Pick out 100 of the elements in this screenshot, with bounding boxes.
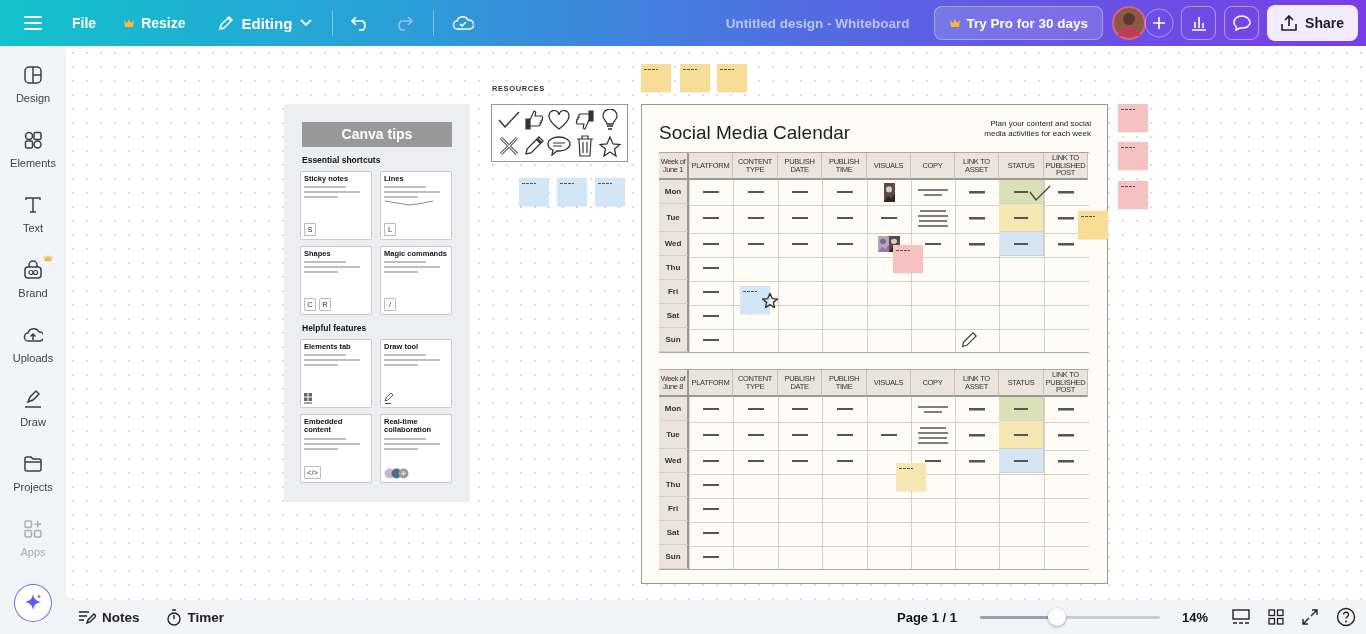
grid-icon xyxy=(304,393,312,404)
scribble-icon xyxy=(1014,216,1028,219)
try-pro-button[interactable]: Try Pro for 30 days xyxy=(933,6,1104,40)
scribble-icon xyxy=(644,68,658,71)
sidebar-item[interactable]: Projects xyxy=(0,454,66,520)
cloud-check-icon[interactable] xyxy=(452,15,475,31)
scribble-icon[interactable] xyxy=(969,459,985,463)
sidebar-item[interactable]: Brand xyxy=(0,259,66,325)
scribble-icon xyxy=(720,68,734,71)
section-heading: Essential shortcuts xyxy=(302,155,382,165)
comment-button[interactable] xyxy=(1224,6,1260,40)
calendar-subtitle: Plan your content and social media activities for each week xyxy=(983,119,1091,139)
scribble-icon xyxy=(384,186,440,201)
sidebar-item[interactable]: Uploads xyxy=(0,324,66,390)
zoom-level[interactable]: 14% xyxy=(1181,609,1208,625)
day-label: Tue xyxy=(659,421,689,449)
scribble-icon xyxy=(384,261,440,276)
star-icon xyxy=(599,135,622,157)
scribble-icon[interactable] xyxy=(1058,433,1074,437)
shapes-icon xyxy=(23,129,43,150)
scribble-icon[interactable] xyxy=(969,242,985,246)
day-label: Tue xyxy=(659,204,689,232)
day-label: Fri xyxy=(659,280,689,304)
pencil-icon xyxy=(524,136,545,156)
day-label: Sun xyxy=(659,328,689,352)
cross-icon xyxy=(498,136,519,156)
insights-button[interactable] xyxy=(1181,6,1217,40)
sidebar-item[interactable]: Design xyxy=(0,65,66,130)
help-icon[interactable] xyxy=(1336,607,1356,627)
day-label: Sat xyxy=(659,521,689,545)
scribble-icon xyxy=(899,467,913,470)
scribble-icon[interactable] xyxy=(969,216,985,220)
pen-icon xyxy=(23,389,43,410)
lightbulb-icon xyxy=(602,109,619,131)
menu-icon[interactable] xyxy=(24,16,42,30)
star-icon xyxy=(762,293,778,308)
scribble-icon xyxy=(522,182,536,185)
scribble-icon xyxy=(1014,407,1028,410)
crown-icon xyxy=(123,18,136,28)
folder-icon xyxy=(23,454,43,475)
scribble-icon xyxy=(304,261,360,276)
speech-bubble-icon xyxy=(547,136,572,156)
day-label: Wed xyxy=(659,449,689,473)
scribble-icon xyxy=(743,290,757,293)
scribble-icon[interactable] xyxy=(1058,242,1074,246)
sidebar-item[interactable]: Draw xyxy=(0,389,66,455)
notes-button[interactable]: Notes xyxy=(78,609,140,625)
add-person-icon[interactable] xyxy=(1144,8,1175,38)
sticky-note[interactable] xyxy=(740,286,770,314)
day-label: Fri xyxy=(659,497,689,521)
share-button[interactable]: Share xyxy=(1267,5,1358,41)
scribble-icon xyxy=(1081,215,1095,218)
scribble-icon xyxy=(918,209,948,227)
scribble-icon xyxy=(918,405,948,413)
scribble-icon xyxy=(918,188,948,196)
scribble-icon xyxy=(384,437,440,452)
scribble-icon xyxy=(1014,190,1028,193)
scribble-icon[interactable] xyxy=(1058,190,1074,194)
grid-view-icon[interactable] xyxy=(1268,609,1284,625)
timer-button[interactable]: Timer xyxy=(165,608,225,626)
day-label: Wed xyxy=(659,232,689,256)
scribble-icon[interactable] xyxy=(1058,459,1074,463)
scribble-icon[interactable] xyxy=(969,190,985,194)
section-heading: Helpful features xyxy=(302,323,368,333)
heart-icon xyxy=(548,110,571,130)
sidebar-item[interactable]: Text xyxy=(0,194,66,260)
crown-icon xyxy=(948,18,961,28)
scribble-icon xyxy=(1121,185,1135,188)
fullscreen-icon[interactable] xyxy=(1302,609,1318,625)
scribble-icon xyxy=(1014,459,1028,462)
brand-kit-icon xyxy=(23,259,43,280)
magic-button[interactable] xyxy=(14,584,52,623)
scribble-icon xyxy=(304,186,360,201)
day-label: Thu xyxy=(659,473,689,497)
scribble-icon[interactable] xyxy=(1058,216,1074,220)
scribble-icon[interactable] xyxy=(969,433,985,437)
day-label: Sun xyxy=(659,545,689,569)
day-label: Sat xyxy=(659,304,689,328)
scribble-icon xyxy=(304,437,360,452)
trash-icon xyxy=(575,135,594,157)
line-drawing xyxy=(384,200,434,207)
pencil-icon xyxy=(217,14,236,32)
avatar-icon[interactable] xyxy=(1112,6,1147,40)
scribble-icon[interactable] xyxy=(969,407,985,411)
day-label: Thu xyxy=(659,256,689,280)
page-indicator[interactable]: Page 1 / 1 xyxy=(897,609,957,625)
scribble-icon[interactable] xyxy=(1058,407,1074,411)
scribble-icon xyxy=(683,68,697,71)
scribble-icon xyxy=(896,249,910,252)
scribble-icon xyxy=(384,354,440,369)
check-icon xyxy=(497,111,520,129)
scribble-icon xyxy=(1121,146,1135,149)
scribble-icon xyxy=(1121,108,1135,111)
check-icon xyxy=(1029,185,1051,201)
chevron-down-icon[interactable] xyxy=(300,19,313,27)
page-view-icon[interactable] xyxy=(1232,609,1250,625)
sidebar-item[interactable]: Elements xyxy=(0,129,66,195)
scribble-icon xyxy=(1014,242,1028,245)
thumbs-up-icon xyxy=(524,110,545,130)
crown-icon xyxy=(43,253,53,262)
